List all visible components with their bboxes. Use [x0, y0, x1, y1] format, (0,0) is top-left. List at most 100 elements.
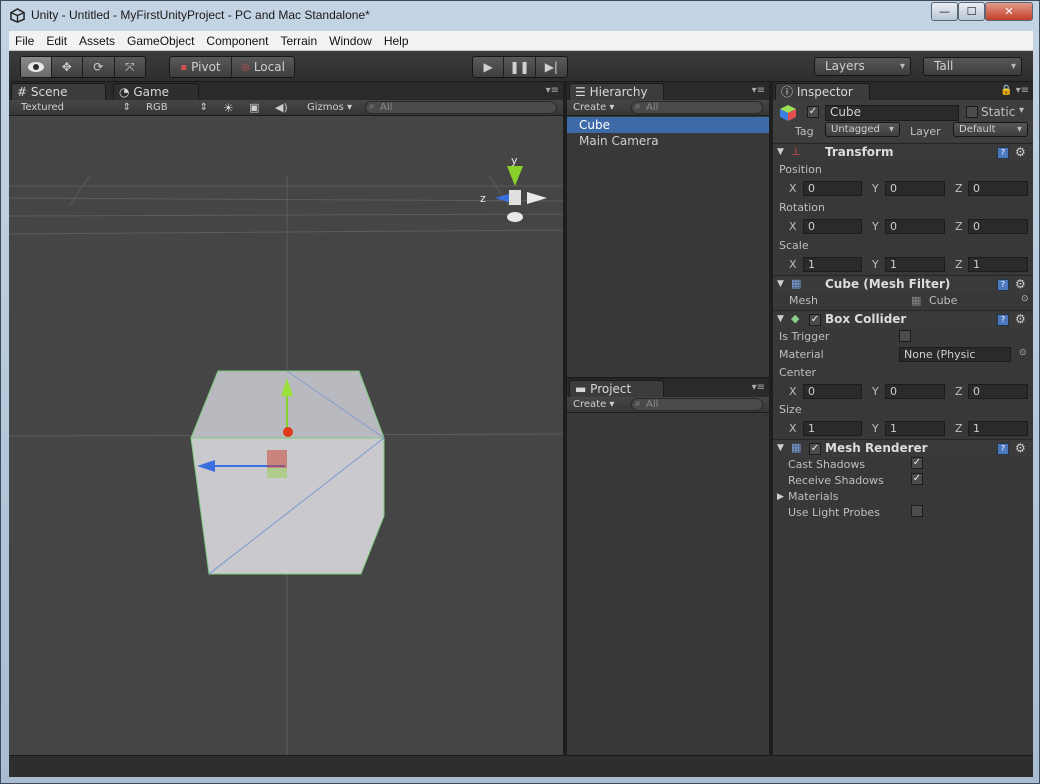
help-icon[interactable]: ? — [997, 147, 1009, 159]
gear-icon[interactable]: ⚙ — [1015, 145, 1026, 159]
cast-shadows-checkbox[interactable]: ✓ — [911, 457, 923, 469]
size-z-field[interactable]: 1 — [968, 421, 1028, 436]
panel-menu-icon[interactable]: ▾≡ — [546, 85, 559, 96]
step-button[interactable]: ▶| — [536, 57, 567, 77]
size-x-field[interactable]: 1 — [803, 421, 862, 436]
static-checkbox[interactable] — [966, 106, 978, 118]
pause-button[interactable]: ❚❚ — [504, 57, 536, 77]
panel-menu-icon[interactable]: ▾≡ — [752, 382, 765, 393]
mesh-value[interactable]: Cube — [929, 294, 957, 307]
material-field[interactable]: None (Physic Mater — [899, 347, 1011, 362]
mesh-renderer-enabled-checkbox[interactable]: ✓ — [809, 443, 821, 455]
position-z-field[interactable]: 0 — [968, 181, 1028, 196]
box-collider-header[interactable]: ▼ ◆ ✓ Box Collider ? ⚙ — [773, 310, 1033, 328]
object-name-input[interactable]: Cube — [825, 105, 959, 121]
center-label: Center — [779, 366, 817, 379]
receive-shadows-checkbox[interactable]: ✓ — [911, 473, 923, 485]
scale-y-field[interactable]: 1 — [885, 257, 945, 272]
project-search-input[interactable]: All — [631, 398, 763, 411]
help-icon[interactable]: ? — [997, 279, 1009, 291]
rotation-x-field[interactable]: 0 — [803, 219, 862, 234]
mesh-filter-header[interactable]: ▼ ▦ Cube (Mesh Filter) ? ⚙ — [773, 275, 1033, 293]
tab-project-label: Project — [590, 382, 632, 396]
panel-menu-icon[interactable]: ▾≡ — [752, 85, 765, 96]
position-y-field[interactable]: 0 — [885, 181, 945, 196]
layers-dropdown[interactable]: Layers — [814, 57, 911, 76]
local-toggle[interactable]: ◎ Local — [232, 57, 294, 77]
mesh-renderer-header[interactable]: ▼ ▦ ✓ Mesh Renderer ? ⚙ — [773, 439, 1033, 457]
box-collider-enabled-checkbox[interactable]: ✓ — [809, 314, 821, 326]
tab-game[interactable]: ◔ Game — [113, 83, 199, 100]
gizmos-dropdown[interactable]: Gizmos ▾ — [307, 101, 357, 115]
transform-header[interactable]: ▼ ⊥ Transform ? ⚙ — [773, 143, 1033, 161]
light-probes-checkbox[interactable] — [911, 505, 923, 517]
minimize-button[interactable]: — — [931, 2, 958, 21]
active-checkbox[interactable]: ✓ — [807, 106, 819, 118]
object-picker-icon[interactable]: ⊙ — [1019, 348, 1027, 358]
tab-inspector[interactable]: ⓘ Inspector — [775, 83, 870, 100]
menu-component[interactable]: Component — [200, 31, 274, 51]
fold-arrow-icon[interactable]: ▼ — [777, 147, 784, 157]
hierarchy-item-cube[interactable]: Cube — [567, 117, 769, 133]
rotation-y-field[interactable]: 0 — [885, 219, 945, 234]
menu-file[interactable]: File — [9, 31, 40, 51]
object-picker-icon[interactable]: ⊙ — [1021, 294, 1029, 304]
tag-dropdown[interactable]: Untagged — [825, 122, 900, 137]
layer-dropdown[interactable]: Default — [953, 122, 1028, 137]
maximize-button[interactable]: ☐ — [958, 2, 985, 21]
title-bar[interactable]: Unity - Untitled - MyFirstUnityProject -… — [1, 1, 1040, 30]
lighting-toggle[interactable]: ☀ — [223, 101, 239, 115]
menu-window[interactable]: Window — [323, 31, 378, 51]
menu-help[interactable]: Help — [378, 31, 415, 51]
materials-fold-arrow-icon[interactable]: ▶ — [777, 492, 784, 502]
hierarchy-item-main-camera[interactable]: Main Camera — [567, 133, 769, 149]
scale-tool-button[interactable]: ⤧ — [115, 57, 146, 77]
menu-gameobject[interactable]: GameObject — [121, 31, 200, 51]
panel-menu-icon[interactable]: 🔒 ▾≡ — [1000, 85, 1029, 96]
center-y-field[interactable]: 0 — [885, 384, 945, 399]
scene-viewport[interactable]: y z — [9, 116, 563, 755]
audio-toggle[interactable]: ◀) — [275, 101, 291, 115]
fold-arrow-icon[interactable]: ▼ — [777, 279, 784, 289]
size-y-field[interactable]: 1 — [885, 421, 945, 436]
rotate-tool-button[interactable]: ⟳ — [83, 57, 115, 77]
hierarchy-create-dropdown[interactable]: Create ▾ — [573, 101, 625, 115]
project-create-dropdown[interactable]: Create ▾ — [573, 398, 625, 412]
menu-terrain[interactable]: Terrain — [274, 31, 323, 51]
center-y-label: Y — [872, 385, 879, 398]
layout-dropdown[interactable]: Tall — [923, 57, 1022, 76]
scene-search-input[interactable]: All — [365, 101, 557, 114]
menu-assets[interactable]: Assets — [73, 31, 121, 51]
help-icon[interactable]: ? — [997, 314, 1009, 326]
close-button[interactable]: ✕ — [985, 2, 1033, 21]
fold-arrow-icon[interactable]: ▼ — [777, 314, 784, 324]
pivot-toggle[interactable]: ▪ Pivot — [170, 57, 232, 77]
gear-icon[interactable]: ⚙ — [1015, 441, 1026, 455]
render-mode-dropdown[interactable]: Textured ⇕ — [21, 101, 133, 115]
rotation-z-field[interactable]: 0 — [968, 219, 1028, 234]
color-mode-dropdown[interactable]: RGB ⇕ — [146, 101, 210, 115]
position-x-field[interactable]: 0 — [803, 181, 862, 196]
transform-tools: ✥ ⟳ ⤧ — [20, 56, 146, 78]
menu-edit[interactable]: Edit — [40, 31, 73, 51]
materials-label[interactable]: Materials — [788, 490, 838, 503]
tab-scene[interactable]: # Scene — [11, 83, 106, 100]
eye-icon — [27, 62, 44, 72]
fold-arrow-icon[interactable]: ▼ — [777, 443, 784, 453]
tab-project[interactable]: ▬ Project — [569, 380, 664, 397]
move-tool-button[interactable]: ✥ — [52, 57, 84, 77]
tab-hierarchy[interactable]: ☰ Hierarchy — [569, 83, 664, 100]
hierarchy-search-input[interactable]: All — [631, 101, 763, 114]
scale-z-field[interactable]: 1 — [968, 257, 1028, 272]
fx-toggle[interactable]: ▣ — [249, 101, 265, 115]
is-trigger-checkbox[interactable] — [899, 330, 911, 342]
center-z-field[interactable]: 0 — [968, 384, 1028, 399]
play-button[interactable]: ▶ — [473, 57, 505, 77]
static-dropdown-arrow[interactable]: ▾ — [1019, 105, 1024, 116]
scale-x-field[interactable]: 1 — [803, 257, 862, 272]
gear-icon[interactable]: ⚙ — [1015, 312, 1026, 326]
help-icon[interactable]: ? — [997, 443, 1009, 455]
center-x-field[interactable]: 0 — [803, 384, 862, 399]
view-tool-button[interactable] — [21, 57, 52, 77]
gear-icon[interactable]: ⚙ — [1015, 277, 1026, 291]
